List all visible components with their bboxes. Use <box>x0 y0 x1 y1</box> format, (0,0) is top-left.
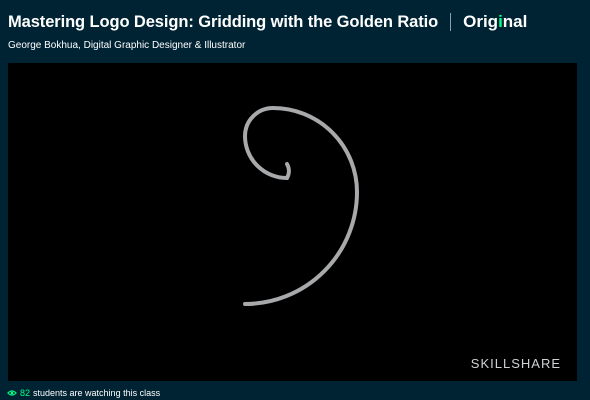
class-title: Mastering Logo Design: Gridding with the… <box>8 12 439 31</box>
video-player[interactable]: SKILLSHARE <box>8 63 577 381</box>
watching-indicator: 82 students are watching this class <box>7 388 160 398</box>
eye-icon <box>7 390 17 396</box>
watching-text: students are watching this class <box>33 388 161 398</box>
golden-spiral-icon <box>242 105 360 306</box>
skillshare-watermark: SKILLSHARE <box>470 356 561 371</box>
badge-text-main: Orig <box>463 12 499 31</box>
watching-count: 82 <box>20 388 31 398</box>
original-badge: Original <box>463 12 527 32</box>
badge-text-tail: nal <box>502 12 528 31</box>
teacher-subtitle: George Bokhua, Digital Graphic Designer … <box>8 40 246 51</box>
spiral-path <box>242 105 360 306</box>
class-header: Mastering Logo Design: Gridding with the… <box>8 12 582 32</box>
header-divider <box>450 13 452 31</box>
